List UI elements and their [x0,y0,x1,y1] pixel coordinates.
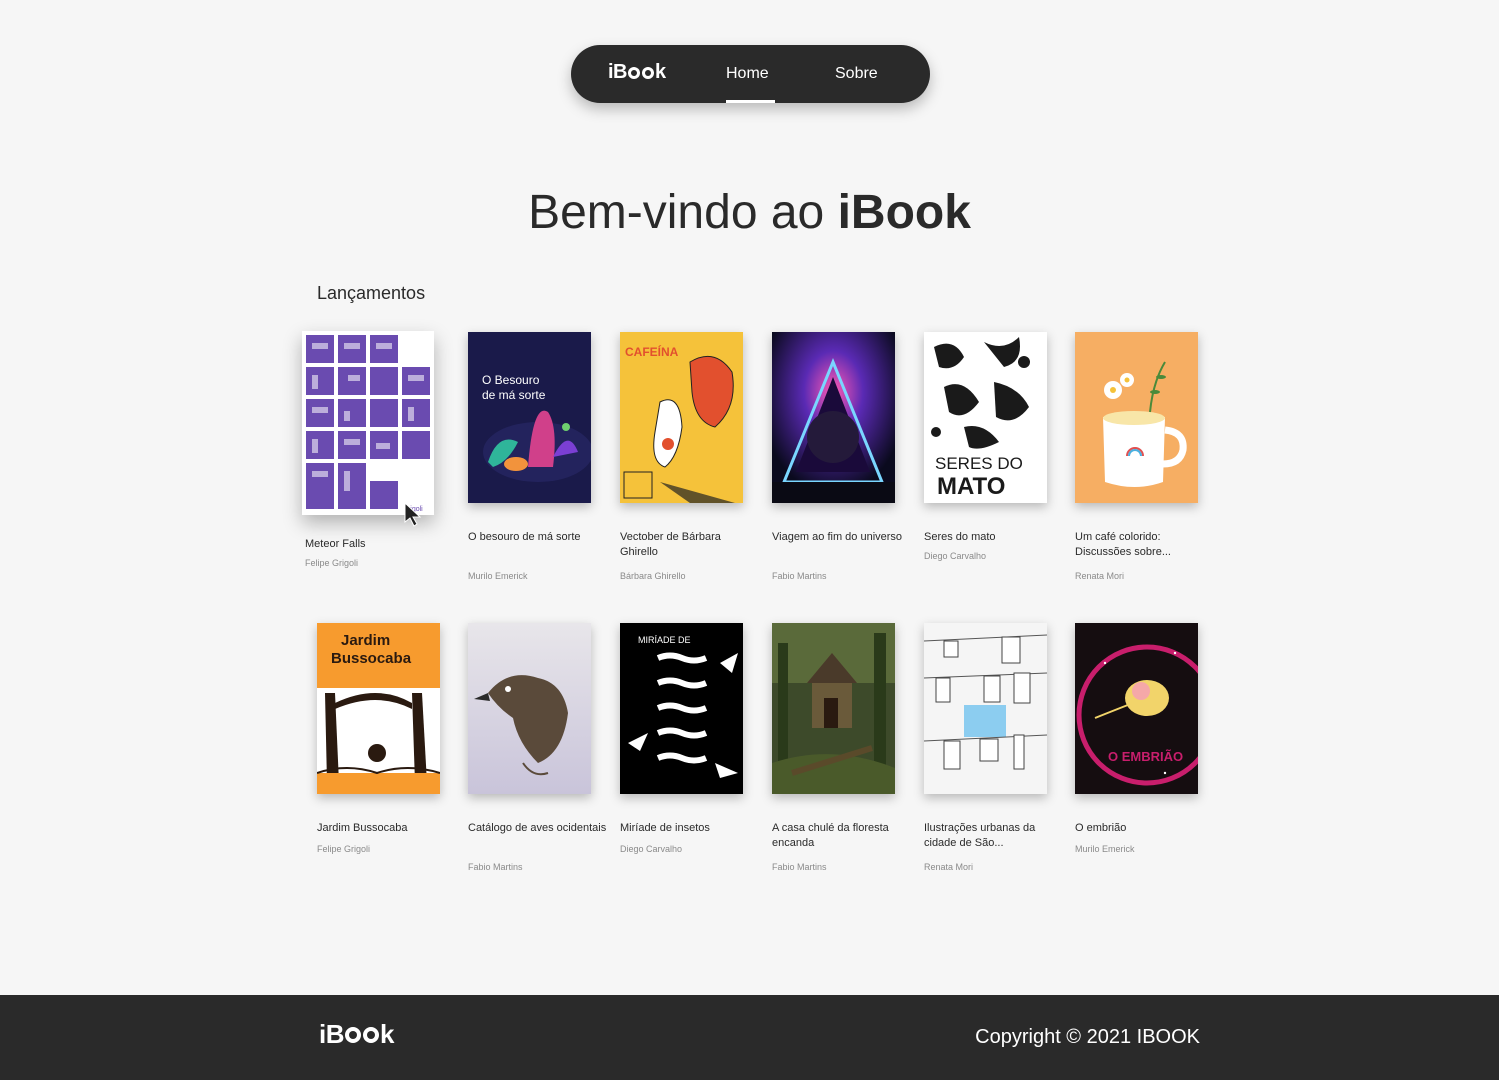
svg-text:CAFEÍNA: CAFEÍNA [625,344,679,359]
besouro-cover-art: O Besouro de má sorte [468,332,591,503]
book-cover[interactable]: CAFEÍNA [620,332,743,503]
svg-text:de má sorte: de má sorte [482,388,546,402]
book-cover[interactable]: MIRÍADE DE [620,623,743,794]
book-author: Bárbara Ghirello [620,571,686,581]
logo-eye-icon [345,1026,361,1043]
book-cover[interactable]: O EMBRIÃO [1075,623,1198,794]
svg-text:MATO: MATO [937,473,1005,500]
book-cover[interactable] [772,332,895,503]
book-author: Murilo Emerick [468,571,528,581]
section-title: Lançamentos [317,283,426,303]
o-embriao-cover-art: O EMBRIÃO [1075,623,1198,794]
book-author: Diego Carvalho [924,551,987,561]
book-author: Felipe Grigoli [305,558,359,568]
book-title[interactable]: Miríade de insetos [620,821,760,836]
book-cover[interactable]: O Besouro de má sorte [468,332,591,503]
aves-ocidentais-cover-art [468,623,591,794]
book-title[interactable]: Ilustrações urbanas da cidade de São... [924,821,1064,851]
seres-do-mato-cover-art: SERES DO MATO [924,332,1047,503]
page-title: Bem-vindo ao iBook [528,186,971,239]
book-title[interactable]: Jardim Bussocaba [317,821,457,836]
svg-text:O EMBRIÃO: O EMBRIÃO [1108,749,1183,764]
book-cover[interactable] [468,623,591,794]
book-title[interactable]: Meteor Falls [305,537,445,552]
book-title[interactable]: Seres do mato [924,530,1064,545]
book-cover[interactable]: frigoli [302,331,434,515]
book-cover[interactable] [924,623,1047,794]
universe-cover-art [772,332,895,503]
cafeina-cover-art: CAFEÍNA [620,332,743,503]
copyright-text: Copyright © 2021 IBOOK [975,1026,1200,1048]
nav-link-sobre[interactable]: Sobre [835,65,878,83]
book-title[interactable]: Um café colorido: Discussões sobre... [1075,530,1215,560]
book-author: Diego Carvalho [620,844,683,854]
book-author: Felipe Grigoli [317,844,371,854]
footer: iB k Copyright © 2021 IBOOK [0,995,1499,1080]
book-title[interactable]: Vectober de Bárbara Ghirello [620,530,760,560]
book-author: Renata Mori [924,862,974,872]
active-tab-indicator [726,100,775,103]
book-cover[interactable] [772,623,895,794]
svg-text:SERES DO: SERES DO [935,454,1023,473]
book-title[interactable]: Catálogo de aves ocidentais [468,821,608,836]
svg-text:Bussocaba: Bussocaba [331,650,412,667]
book-author: Fabio Martins [772,571,827,581]
book-author: Renata Mori [1075,571,1125,581]
meteor-falls-cover-art: frigoli [302,331,434,515]
book-cover[interactable]: SERES DO MATO [924,332,1047,503]
top-nav: iB k Home Sobre [571,45,930,103]
svg-text:O Besouro: O Besouro [482,373,540,387]
book-title[interactable]: O besouro de má sorte [468,530,608,545]
cafe-colorido-cover-art [1075,332,1198,503]
book-cover[interactable]: Jardim Bussocaba [317,623,440,794]
logo-eye-icon [363,1026,379,1043]
mouse-pointer-icon [404,502,422,527]
logo-eye-icon [628,66,640,79]
book-title[interactable]: A casa chulé da floresta encanda [772,821,912,851]
miriade-insetos-cover-art: MIRÍADE DE [620,623,743,794]
book-title[interactable]: O embrião [1075,821,1215,836]
nav-link-home[interactable]: Home [726,65,769,83]
svg-text:Jardim: Jardim [341,632,390,649]
logo-eye-icon [642,66,654,79]
book-author: Fabio Martins [772,862,827,872]
book-author: Murilo Emerick [1075,844,1135,854]
book-title[interactable]: Viagem ao fim do universo [772,530,912,545]
ilustracoes-urbanas-cover-art [924,623,1047,794]
book-cover[interactable] [1075,332,1198,503]
jardim-bussocaba-cover-art: Jardim Bussocaba [317,623,440,794]
casa-floresta-cover-art [772,623,895,794]
ibook-logo[interactable]: iB k [608,61,666,84]
book-author: Fabio Martins [468,862,523,872]
footer-logo[interactable]: iB k [319,1019,394,1050]
svg-text:MIRÍADE DE: MIRÍADE DE [638,635,691,645]
